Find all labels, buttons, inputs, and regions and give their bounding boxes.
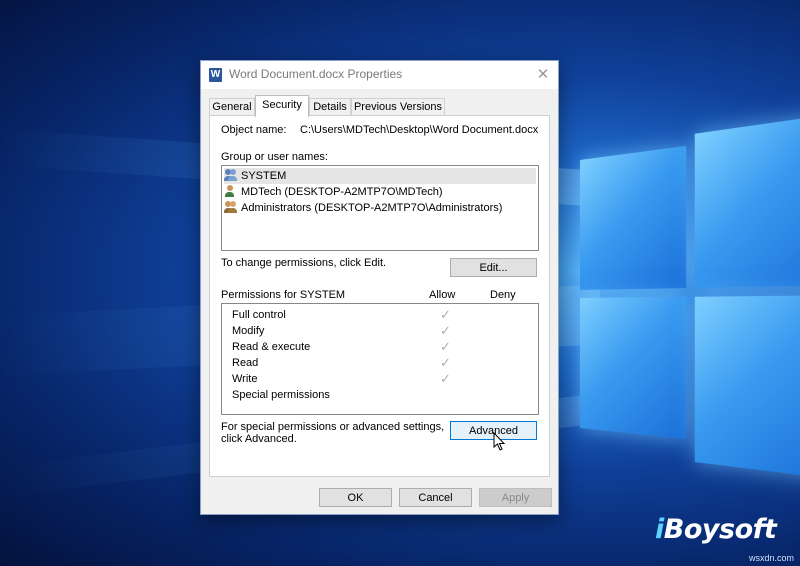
permission-name: Full control: [232, 309, 286, 321]
user-name: Administrators (DESKTOP-A2MTP7O\Administ…: [241, 202, 503, 214]
ok-button[interactable]: OK: [319, 488, 392, 507]
permission-row: Read & execute ✓: [232, 339, 542, 355]
cancel-button[interactable]: Cancel: [399, 488, 472, 507]
object-name-label: Object name:: [221, 124, 287, 136]
dialog-title: Word Document.docx Properties: [229, 67, 403, 81]
tab-security[interactable]: Security: [255, 95, 309, 117]
permission-name: Write: [232, 373, 258, 385]
allow-column-header: Allow: [429, 289, 456, 301]
list-item-system[interactable]: SYSTEM: [224, 168, 536, 184]
permission-row: Full control ✓: [232, 307, 542, 323]
special-permissions-text: For special permissions or advanced sett…: [221, 421, 445, 433]
change-permissions-text: To change permissions, click Edit.: [221, 257, 387, 269]
security-panel: Object name: C:\Users\MDTech\Desktop\Wor…: [209, 115, 550, 477]
user-icon: [224, 185, 237, 197]
mouse-cursor-icon: [493, 432, 506, 451]
permission-row: Write ✓: [232, 371, 542, 387]
watermark-rest: Boysoft: [663, 514, 777, 545]
allow-check-icon: ✓: [440, 371, 451, 386]
iboysoft-watermark: iBoysoft: [655, 514, 777, 545]
user-list[interactable]: SYSTEM MDTech (DESKTOP-A2MTP7O\MDTech) A…: [221, 165, 539, 251]
windows-logo-pane: [580, 296, 687, 440]
corner-watermark: wsxdn.com: [748, 553, 794, 563]
windows-logo-pane: [694, 113, 800, 288]
group-or-user-names-label: Group or user names:: [221, 151, 328, 163]
deny-column-header: Deny: [490, 289, 516, 301]
group-users-icon: [224, 201, 237, 213]
list-item-mdtech[interactable]: MDTech (DESKTOP-A2MTP7O\MDTech): [224, 184, 536, 200]
tab-previous-versions[interactable]: Previous Versions: [351, 98, 445, 116]
user-name: MDTech (DESKTOP-A2MTP7O\MDTech): [241, 186, 443, 198]
permission-name: Read & execute: [232, 341, 311, 353]
permission-name: Special permissions: [232, 389, 330, 401]
group-users-icon: [224, 169, 237, 181]
apply-button[interactable]: Apply: [479, 488, 552, 507]
user-name: SYSTEM: [241, 170, 287, 182]
permission-name: Modify: [232, 325, 265, 337]
word-document-icon: W: [209, 68, 222, 82]
watermark-prefix: i: [655, 514, 664, 545]
permission-name: Read: [232, 357, 259, 369]
allow-check-icon: ✓: [440, 307, 451, 322]
permissions-list[interactable]: Full control ✓ Modify ✓ Read & execute ✓…: [221, 303, 539, 415]
permissions-header: Permissions for SYSTEM: [221, 289, 346, 301]
windows-logo-pane: [580, 145, 687, 290]
title-bar[interactable]: W Word Document.docx Properties ✕: [201, 61, 558, 89]
tab-general[interactable]: General: [209, 98, 255, 116]
permission-row: Special permissions: [232, 387, 542, 403]
allow-check-icon: ✓: [440, 355, 451, 370]
special-permissions-text-2: click Advanced.: [221, 433, 297, 445]
permission-row: Read ✓: [232, 355, 542, 371]
allow-check-icon: ✓: [440, 323, 451, 338]
permission-row: Modify ✓: [232, 323, 542, 339]
object-name-value: C:\Users\MDTech\Desktop\Word Document.do…: [300, 124, 539, 136]
edit-button[interactable]: Edit...: [450, 258, 537, 277]
close-button[interactable]: ✕: [528, 61, 558, 89]
tab-details[interactable]: Details: [309, 98, 351, 116]
windows-logo-pane: [694, 295, 800, 480]
list-item-administrators[interactable]: Administrators (DESKTOP-A2MTP7O\Administ…: [224, 200, 536, 216]
allow-check-icon: ✓: [440, 339, 451, 354]
windows-logo: [580, 113, 800, 507]
